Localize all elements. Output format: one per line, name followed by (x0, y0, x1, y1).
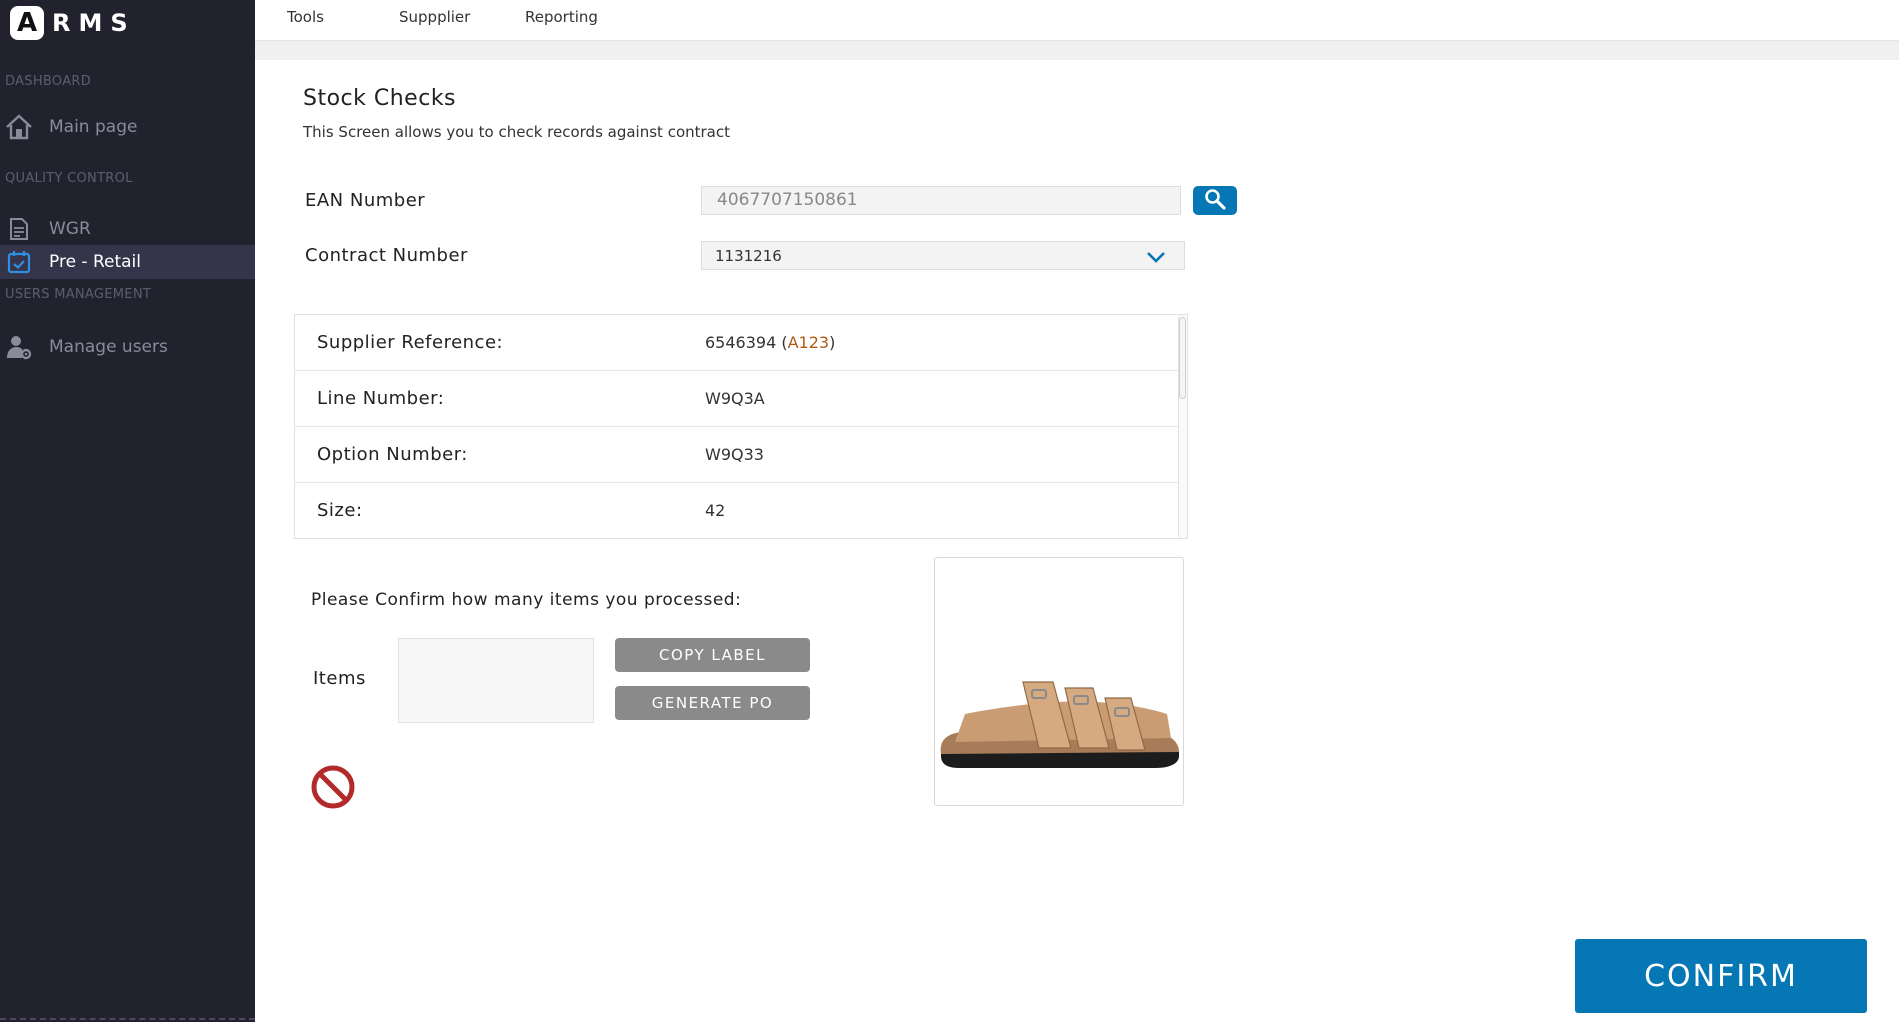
sidebar-item-manage-users[interactable]: Manage users (0, 330, 255, 364)
detail-label: Option Number: (317, 444, 468, 465)
sidebar-divider (0, 1018, 255, 1020)
items-input[interactable] (398, 638, 594, 723)
sidebar-item-wgr[interactable]: WGR (0, 212, 255, 246)
logo-text: RMS (52, 9, 136, 37)
prohibited-icon[interactable] (310, 764, 356, 810)
detail-row: Option Number: W9Q33 (295, 427, 1179, 483)
detail-value: W9Q3A (705, 389, 765, 408)
detail-label: Line Number: (317, 388, 445, 409)
calendar-check-icon (5, 248, 33, 276)
supplier-reference-number: 6546394 (705, 333, 777, 352)
contract-label: Contract Number (305, 245, 468, 266)
sidebar-item-main-page[interactable]: Main page (0, 110, 255, 144)
ean-label: EAN Number (305, 190, 426, 211)
user-gear-icon (5, 333, 33, 361)
sandal-icon (940, 681, 1179, 768)
detail-value: 42 (705, 501, 726, 520)
copy-label-button[interactable]: COPY LABEL (615, 638, 810, 672)
details-panel: Supplier Reference: 6546394 (A123) Line … (294, 314, 1188, 539)
confirm-button[interactable]: CONFIRM (1575, 939, 1867, 1013)
sidebar: A RMS DASHBOARD Main page QUALITY CONTRO… (0, 0, 255, 1022)
detail-row: Supplier Reference: 6546394 (A123) (295, 315, 1179, 371)
ean-input[interactable]: 4067707150861 (701, 186, 1181, 215)
sidebar-item-label: Manage users (49, 337, 168, 357)
sidebar-item-label: WGR (49, 219, 91, 239)
logo-mark: A (10, 6, 44, 40)
tab-supplier[interactable]: Suppplier (399, 8, 470, 26)
supplier-reference-code: A123 (787, 333, 830, 352)
tab-tools[interactable]: Tools (287, 8, 324, 26)
confirm-question: Please Confirm how many items you proces… (311, 590, 742, 610)
document-icon (5, 215, 33, 243)
sidebar-item-label: Main page (49, 117, 138, 137)
page-subtitle: This Screen allows you to check records … (303, 123, 730, 141)
page-title: Stock Checks (303, 86, 457, 111)
home-icon (5, 113, 33, 141)
items-label: Items (313, 668, 366, 689)
supplier-reference-value: 6546394 (A123) (705, 333, 836, 352)
scrollbar-thumb[interactable] (1179, 317, 1186, 399)
header-strip (255, 40, 1899, 60)
detail-label: Size: (317, 500, 363, 521)
generate-po-button[interactable]: GENERATE PO (615, 686, 810, 720)
detail-label: Supplier Reference: (317, 332, 504, 353)
details-scrollbar[interactable] (1178, 315, 1187, 538)
section-label-quality-control: QUALITY CONTROL (5, 171, 133, 186)
search-button[interactable] (1193, 186, 1237, 215)
app-logo[interactable]: A RMS (10, 5, 136, 41)
section-label-users-management: USERS MANAGEMENT (5, 287, 152, 302)
section-label-dashboard: DASHBOARD (5, 74, 92, 89)
detail-row: Line Number: W9Q3A (295, 371, 1179, 427)
top-nav: Tools Suppplier Reporting (255, 0, 1899, 40)
detail-value: W9Q33 (705, 445, 764, 464)
tab-reporting[interactable]: Reporting (525, 8, 598, 26)
sidebar-item-pre-retail[interactable]: Pre - Retail (0, 245, 255, 279)
detail-row: Size: 42 (295, 483, 1179, 539)
product-image (934, 557, 1184, 806)
sidebar-item-label: Pre - Retail (49, 252, 142, 272)
contract-select[interactable]: 1131216 (701, 241, 1185, 270)
search-icon (1204, 188, 1226, 214)
chevron-down-icon (1146, 249, 1166, 267)
contract-value: 1131216 (715, 247, 782, 265)
